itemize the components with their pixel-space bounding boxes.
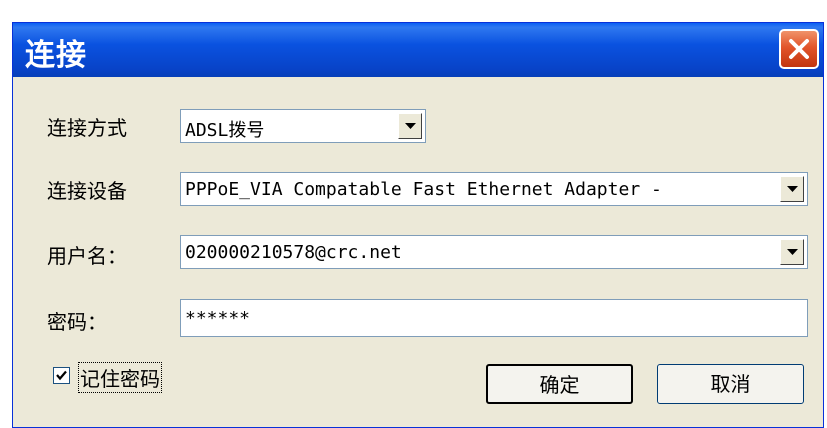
checkmark-icon xyxy=(56,370,67,381)
connection-method-label: 连接方式 xyxy=(47,116,127,140)
remember-password-checkbox[interactable] xyxy=(53,367,70,384)
close-button[interactable] xyxy=(779,29,819,69)
chevron-down-icon xyxy=(405,123,416,129)
remember-password-label[interactable]: 记住密码 xyxy=(78,362,162,393)
password-field[interactable]: ****** xyxy=(180,299,808,337)
cancel-button[interactable]: 取消 xyxy=(657,364,804,404)
username-dropdown-button[interactable] xyxy=(780,239,804,265)
username-value: 020000210578@crc.net xyxy=(185,242,402,263)
chevron-down-icon xyxy=(787,249,798,255)
title-bar[interactable]: 连接 xyxy=(13,23,823,77)
window-title: 连接 xyxy=(25,38,87,73)
connection-device-select[interactable]: PPPoE_VIA Compatable Fast Ethernet Adapt… xyxy=(180,172,808,206)
ok-button[interactable]: 确定 xyxy=(486,364,633,404)
connect-dialog: 连接 连接方式 ADSL拨号 连接设备 PPPoE_VIA Compatable… xyxy=(12,22,824,428)
password-label: 密码： xyxy=(47,310,107,334)
password-value: ****** xyxy=(185,308,251,329)
chevron-down-icon xyxy=(787,186,798,192)
close-icon xyxy=(789,39,809,59)
username-label: 用户名： xyxy=(47,244,127,268)
connection-device-dropdown-button[interactable] xyxy=(780,176,804,202)
connection-method-select[interactable]: ADSL拨号 xyxy=(180,109,426,143)
connection-method-value: ADSL拨号 xyxy=(185,120,265,141)
connection-method-dropdown-button[interactable] xyxy=(398,113,422,139)
username-combobox[interactable]: 020000210578@crc.net xyxy=(180,235,808,269)
connection-device-value: PPPoE_VIA Compatable Fast Ethernet Adapt… xyxy=(185,179,662,200)
connection-device-label: 连接设备 xyxy=(47,179,127,203)
